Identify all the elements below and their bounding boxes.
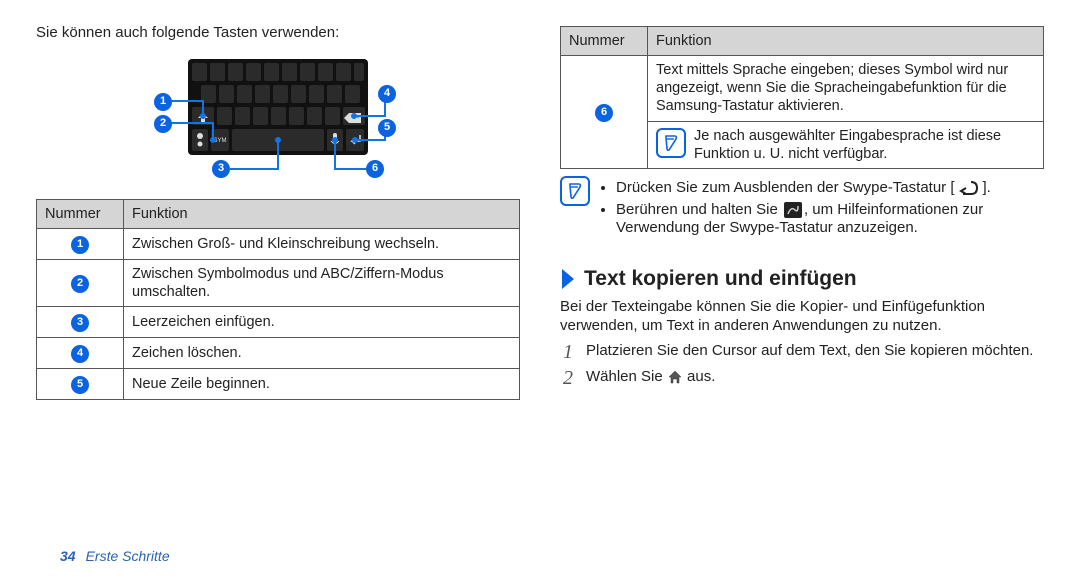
list-item: Berühren und halten Sie , um Hilfeinform… xyxy=(616,201,1044,239)
th-function: Funktion xyxy=(124,199,520,228)
table-row: 6 Text mittels Sprache eingeben; dieses … xyxy=(561,56,1044,121)
row-note: Je nach ausgewählter Eingabesprache ist … xyxy=(694,127,1035,163)
page-content: Sie können auch folgende Tasten verwende… xyxy=(0,0,1080,540)
row-desc: Zwischen Symbolmodus und ABC/Ziffern-Mod… xyxy=(124,259,520,306)
function-table-right: Nummer Funktion 6 Text mittels Sprache e… xyxy=(560,26,1044,169)
page-number: 34 xyxy=(60,548,76,566)
info-block: Drücken Sie zum Ausblenden der Swype-Tas… xyxy=(560,169,1044,248)
row-desc: Text mittels Sprache eingeben; dieses Sy… xyxy=(648,56,1044,121)
step-number: 2 xyxy=(560,368,576,388)
section-heading: Text kopieren und einfügen xyxy=(560,266,1044,292)
text-fragment: aus. xyxy=(683,368,716,385)
info-icon xyxy=(560,176,590,206)
th-number: Nummer xyxy=(561,27,648,56)
row-desc: Leerzeichen einfügen. xyxy=(124,307,520,338)
row-badge: 5 xyxy=(71,376,89,394)
step-text: Wählen Sie aus. xyxy=(586,368,1044,387)
info-icon xyxy=(656,128,686,158)
callout-badge-6: 6 xyxy=(366,160,384,178)
intro-text: Sie können auch folgende Tasten verwende… xyxy=(36,24,520,43)
th-number: Nummer xyxy=(37,199,124,228)
keyboard-svg: × SYM xyxy=(168,59,388,179)
home-icon xyxy=(667,370,683,384)
page-footer: 34 Erste Schritte xyxy=(0,540,1080,574)
row-badge: 6 xyxy=(595,104,613,122)
row-desc: Zwischen Groß- und Kleinschreibung wechs… xyxy=(124,228,520,259)
step-1: 1 Platzieren Sie den Cursor auf dem Text… xyxy=(560,342,1044,362)
keyboard-diagram: × SYM xyxy=(168,59,388,179)
step-2: 2 Wählen Sie aus. xyxy=(560,368,1044,388)
left-column: Sie können auch folgende Tasten verwende… xyxy=(36,18,520,540)
callout-badge-2: 2 xyxy=(154,115,172,133)
table-row: 2 Zwischen Symbolmodus und ABC/Ziffern-M… xyxy=(37,259,520,306)
th-function: Funktion xyxy=(648,27,1044,56)
swype-key-glyph xyxy=(784,202,802,218)
text-fragment: Drücken Sie zum Ausblenden der Swype-Tas… xyxy=(616,179,955,196)
row-badge: 3 xyxy=(71,314,89,332)
row-desc: Neue Zeile beginnen. xyxy=(124,368,520,399)
chevron-icon xyxy=(560,267,578,291)
list-item: Drücken Sie zum Ausblenden der Swype-Tas… xyxy=(616,179,1044,198)
table-row: 3 Leerzeichen einfügen. xyxy=(37,307,520,338)
function-table-left: Nummer Funktion 1 Zwischen Groß- und Kle… xyxy=(36,199,520,400)
table-row: 5 Neue Zeile beginnen. xyxy=(37,368,520,399)
row-badge: 4 xyxy=(71,345,89,363)
callout-badge-5: 5 xyxy=(378,119,396,137)
callout-badge-4: 4 xyxy=(378,85,396,103)
row-badge: 2 xyxy=(71,275,89,293)
keyboard-diagram-wrapper: × SYM xyxy=(36,49,520,191)
breadcrumb: Erste Schritte xyxy=(86,548,170,566)
text-fragment: ]. xyxy=(983,179,991,196)
back-key-glyph xyxy=(957,179,981,197)
row-badge: 1 xyxy=(71,236,89,254)
callout-badge-3: 3 xyxy=(212,160,230,178)
section-title: Text kopieren und einfügen xyxy=(584,266,857,292)
callout-badge-1: 1 xyxy=(154,93,172,111)
table-row: 1 Zwischen Groß- und Kleinschreibung wec… xyxy=(37,228,520,259)
step-number: 1 xyxy=(560,342,576,362)
right-column: Nummer Funktion 6 Text mittels Sprache e… xyxy=(560,18,1044,540)
section-body: Bei der Texteingabe können Sie die Kopie… xyxy=(560,298,1044,336)
info-bullets: Drücken Sie zum Ausblenden der Swype-Tas… xyxy=(616,179,1044,238)
table-row: 4 Zeichen löschen. xyxy=(37,337,520,368)
text-fragment: Wählen Sie xyxy=(586,368,667,385)
row-desc: Zeichen löschen. xyxy=(124,337,520,368)
step-text: Platzieren Sie den Cursor auf dem Text, … xyxy=(586,342,1044,361)
text-fragment: Berühren und halten Sie xyxy=(616,201,782,218)
